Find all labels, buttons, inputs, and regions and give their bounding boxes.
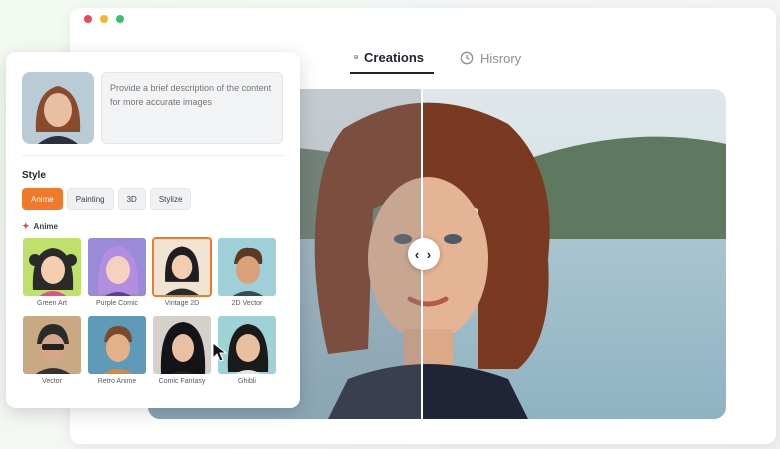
style-card-purple-comic[interactable]: Purple Comic bbox=[87, 237, 147, 315]
style-card-label: Purple Comic bbox=[95, 300, 138, 307]
style-card-label: Retro Anime bbox=[97, 378, 137, 385]
anime-section-label: Anime bbox=[33, 222, 58, 231]
style-card-label: Green Art bbox=[37, 300, 67, 307]
window-controls bbox=[84, 15, 124, 23]
chip-anime[interactable]: Anime bbox=[22, 188, 63, 210]
tab-history-label: Hisrory bbox=[480, 50, 522, 66]
style-card-label: Vector bbox=[42, 378, 62, 385]
compare-arrows-icon: ‹ › bbox=[414, 246, 434, 262]
mouse-cursor-icon bbox=[212, 342, 228, 362]
tab-creations-label: Creations bbox=[364, 49, 424, 65]
style-heading: Style bbox=[22, 170, 46, 181]
uploaded-photo[interactable] bbox=[22, 72, 94, 144]
chip-3d[interactable]: 3D bbox=[117, 188, 146, 210]
style-card-2d-vector[interactable]: 2D Vector bbox=[217, 237, 277, 315]
style-card-vector[interactable]: Vector bbox=[22, 315, 82, 393]
tab-bar: Creations Hisrory bbox=[350, 42, 527, 74]
style-card-label: 2D Vector bbox=[231, 300, 263, 307]
style-card-retro-anime[interactable]: Retro Anime bbox=[87, 315, 147, 393]
chip-stylize[interactable]: Stylize bbox=[149, 188, 192, 210]
sparkle-icon: ✦ bbox=[22, 221, 30, 231]
style-card-green-art[interactable]: Green Art bbox=[22, 237, 82, 315]
style-category-chips: Anime Painting 3D Stylize bbox=[22, 188, 192, 210]
minimize-dot[interactable] bbox=[100, 15, 108, 23]
chip-painting[interactable]: Painting bbox=[66, 188, 114, 210]
style-card-vintage-2d[interactable]: Vintage 2D bbox=[152, 237, 212, 315]
divider bbox=[22, 155, 284, 156]
clock-icon bbox=[460, 51, 474, 65]
style-panel: Style Anime Painting 3D Stylize ✦ Anime … bbox=[6, 52, 300, 408]
style-card-label: Ghibli bbox=[238, 378, 256, 385]
maximize-dot[interactable] bbox=[116, 15, 124, 23]
close-dot[interactable] bbox=[84, 15, 92, 23]
style-card-label: Vintage 2D bbox=[164, 300, 200, 307]
tab-history[interactable]: Hisrory bbox=[454, 42, 527, 74]
compare-slider-handle[interactable]: ‹ › bbox=[408, 238, 440, 270]
description-input[interactable] bbox=[101, 72, 283, 144]
anime-section-heading: ✦ Anime bbox=[22, 221, 58, 232]
image-icon bbox=[354, 55, 358, 59]
style-grid: Green Art Purple Comic Vintage 2D 2D Vec… bbox=[22, 237, 277, 393]
style-card-label: Comic Fantasy bbox=[158, 378, 206, 385]
style-card-comic-fantasy[interactable]: Comic Fantasy bbox=[152, 315, 212, 393]
tab-creations[interactable]: Creations bbox=[350, 42, 434, 74]
